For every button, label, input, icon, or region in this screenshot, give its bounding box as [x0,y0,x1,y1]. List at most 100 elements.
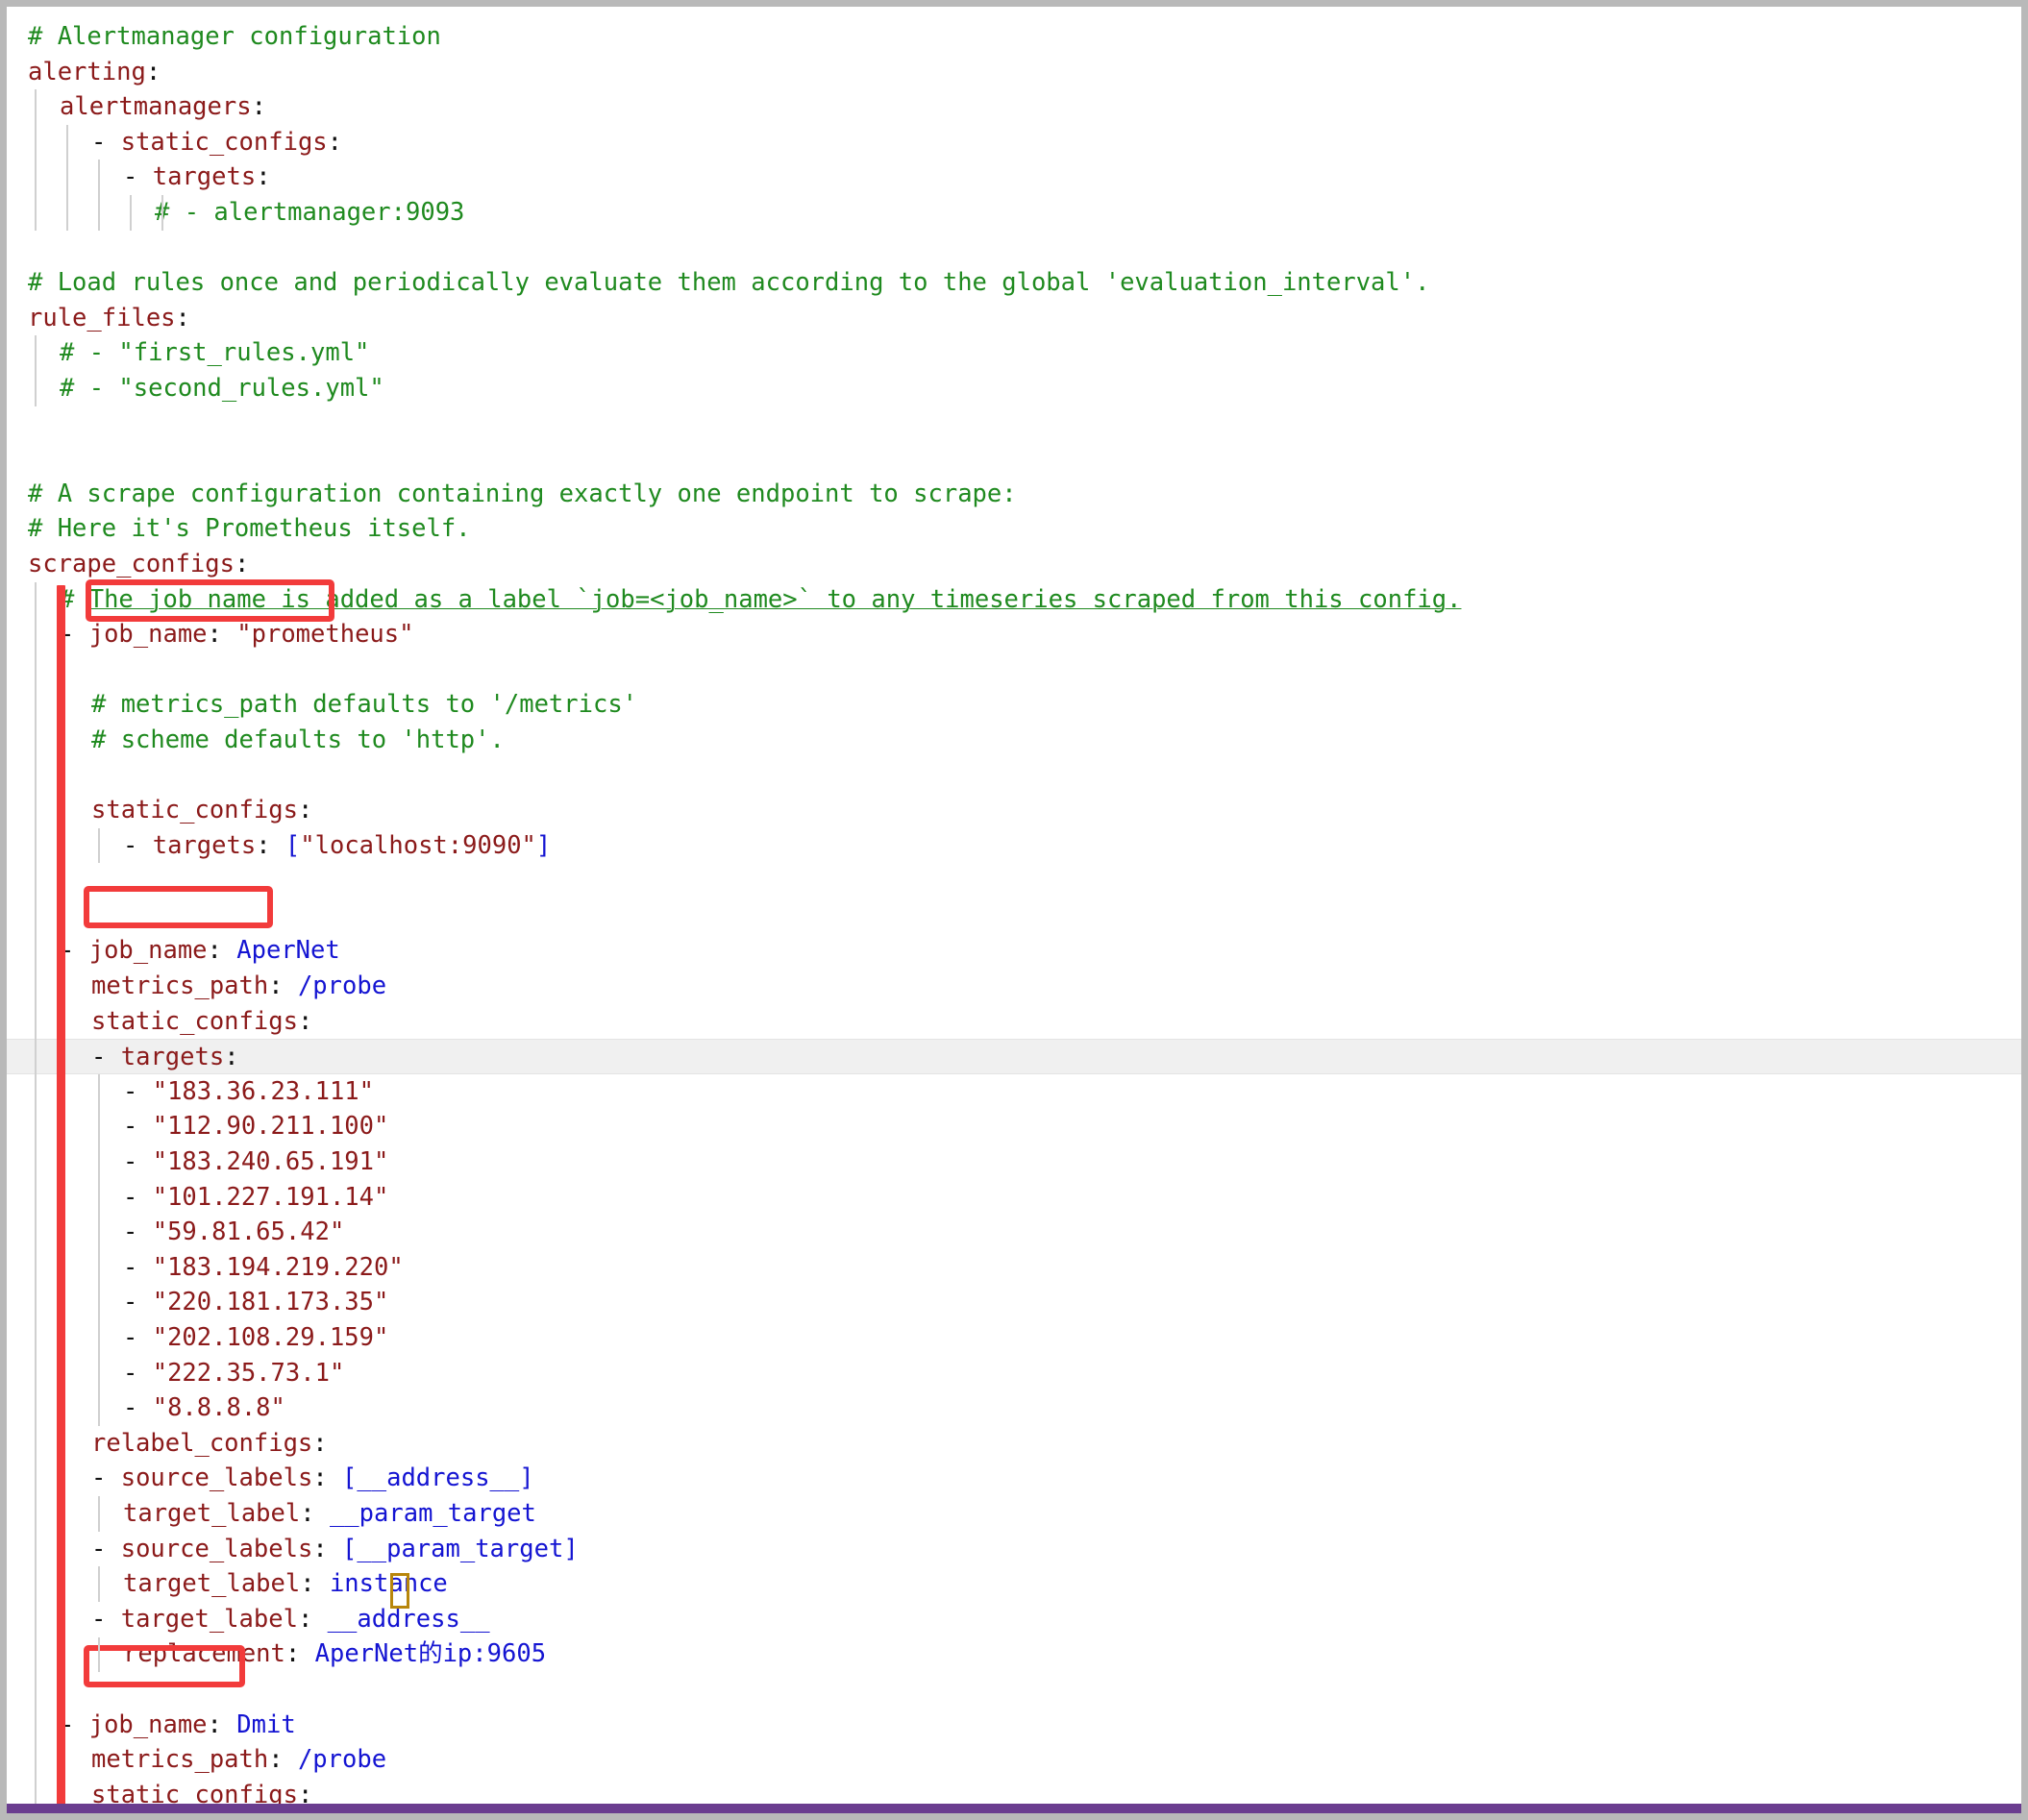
code-line[interactable]: - "222.35.73.1" [7,1356,2021,1391]
code-token: job_name [88,936,208,966]
code-line[interactable]: - targets: [7,160,2021,195]
code-line[interactable] [7,1672,2021,1708]
indent-guide [35,581,37,1804]
code-token: - [123,1076,153,1106]
code-token: - [91,1534,121,1563]
code-line[interactable] [7,863,2021,898]
code-token: "112.90.211.100" [152,1112,389,1142]
code-line[interactable]: # - alertmanager:9093 [7,195,2021,231]
code-token: # Load rules once and periodically evalu… [28,268,1430,298]
code-token: : [207,620,237,650]
code-token: - [123,1288,153,1317]
code-line[interactable]: # Load rules once and periodically evalu… [7,265,2021,301]
code-line[interactable] [7,406,2021,442]
code-token: - [91,1463,121,1493]
code-token: : [268,971,298,1001]
code-line[interactable] [7,757,2021,793]
code-token: rule_files [28,303,176,332]
code-line[interactable] [7,898,2021,934]
code-token: instance [329,1569,448,1599]
code-line[interactable]: - "8.8.8.8" [7,1390,2021,1426]
code-token: Dmit [236,1709,296,1739]
code-token: /probe [297,971,387,1001]
code-line[interactable]: - "183.36.23.111" [7,1074,2021,1110]
code-line[interactable]: - targets: ["localhost:9090"] [7,828,2021,864]
code-line[interactable]: replacement: AperNet的ip:9605 [7,1636,2021,1672]
code-token: target_label [123,1498,301,1528]
code-line[interactable] [7,441,2021,477]
code-line[interactable]: metrics_path: /probe [7,969,2021,1004]
job-name-connector-bar [57,585,65,1804]
code-token: target_label [123,1569,301,1599]
code-line[interactable]: - "59.81.65.42" [7,1215,2021,1250]
code-line[interactable]: - source_labels: [__address__] [7,1461,2021,1496]
code-content[interactable]: # Alertmanager configuration alerting: ale… [7,19,2021,1804]
code-line[interactable] [7,652,2021,688]
editor-window: # Alertmanager configuration alerting: ale… [0,0,2028,1820]
code-line[interactable] [7,231,2021,266]
code-line[interactable]: - job_name: Dmit [7,1708,2021,1743]
code-token: "localhost:9090" [300,830,536,860]
code-line[interactable]: target_label: __param_target [7,1496,2021,1532]
code-token: : [300,1498,330,1528]
code-line[interactable]: static_configs: [7,1004,2021,1040]
code-line[interactable]: rule_files: [7,301,2021,336]
code-line[interactable]: metrics_path: /probe [7,1742,2021,1778]
code-token: relabel_configs [91,1428,313,1458]
code-line[interactable]: - "183.194.219.220" [7,1250,2021,1286]
code-line[interactable]: - "183.240.65.191" [7,1144,2021,1180]
indent-guide [98,827,100,864]
code-line[interactable]: # Alertmanager configuration [7,19,2021,55]
code-token: : [207,1709,237,1739]
code-editor-pane[interactable]: # Alertmanager configuration alerting: ale… [7,7,2021,1804]
code-line[interactable]: target_label: instance [7,1566,2021,1602]
indent-guide [98,1566,100,1602]
code-line[interactable]: - "202.108.29.159" [7,1320,2021,1356]
code-token: targets [152,830,257,860]
code-line[interactable]: alertmanagers: [7,89,2021,125]
code-token: - [123,1182,153,1212]
code-line[interactable]: # Here it's Prometheus itself. [7,511,2021,547]
code-line[interactable]: - job_name: AperNet [7,933,2021,969]
code-token: alerting [28,57,146,86]
code-line[interactable]: - target_label: __address__ [7,1602,2021,1637]
code-line[interactable]: - job_name: "prometheus" [7,617,2021,652]
code-line[interactable]: - static_configs: [7,125,2021,160]
code-token: static_configs [120,127,328,157]
code-token: : [207,936,237,966]
code-token: AperNet [236,936,340,966]
code-token: - [123,162,153,192]
status-bar [7,1804,2021,1813]
code-line[interactable]: scrape_configs: [7,547,2021,582]
code-token: targets [152,162,257,192]
code-line[interactable]: # - "second_rules.yml" [7,371,2021,406]
code-line[interactable]: # - "first_rules.yml" [7,335,2021,371]
code-line[interactable]: - "112.90.211.100" [7,1109,2021,1144]
code-token: : [312,1463,343,1493]
indent-guide [35,89,37,231]
code-line[interactable]: alerting: [7,55,2021,90]
code-line[interactable]: relabel_configs: [7,1426,2021,1462]
code-line[interactable]: - source_labels: [__param_target] [7,1532,2021,1567]
code-token: - [123,1358,153,1388]
code-line[interactable]: static_configs: [7,793,2021,828]
code-token: - [91,1604,121,1634]
code-token: AperNet的ip:9605 [314,1639,547,1669]
code-token: - [123,1217,153,1247]
code-line[interactable]: # metrics_path defaults to '/metrics' [7,687,2021,723]
code-token: # - alertmanager:9093 [155,197,465,227]
code-line[interactable]: - "101.227.191.14" [7,1180,2021,1216]
code-line[interactable]: - "220.181.173.35" [7,1285,2021,1320]
code-line[interactable]: # A scrape configuration containing exac… [7,477,2021,512]
code-token: job_name [88,1709,208,1739]
code-line[interactable]: # The job name is added as a label `job=… [7,582,2021,618]
code-token: alertmanagers [60,92,252,122]
code-token: source_labels [120,1463,313,1493]
code-token: __param_target [329,1498,536,1528]
code-line[interactable]: static_configs: [7,1778,2021,1804]
code-line[interactable]: - targets: [7,1039,2021,1074]
code-token: - [123,830,153,860]
code-token: : [256,162,271,192]
code-line[interactable]: # scheme defaults to 'http'. [7,723,2021,758]
code-token: - [123,1147,153,1176]
